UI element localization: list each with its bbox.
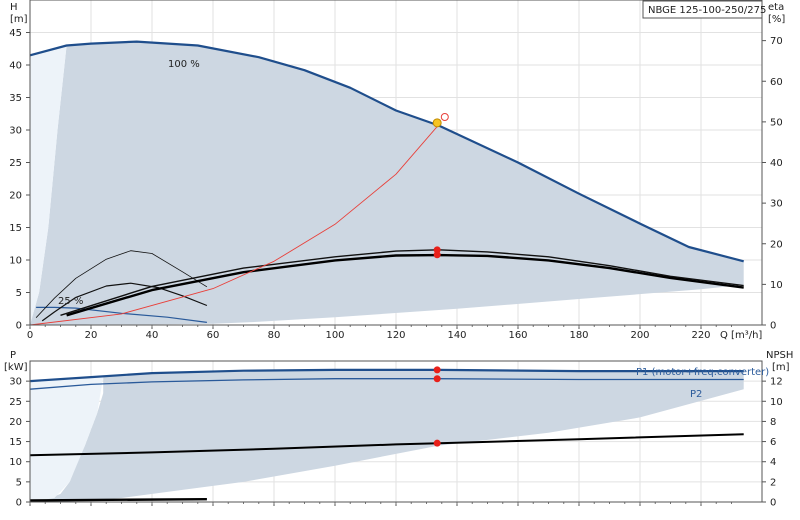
eta-tick-label: 0 <box>770 321 776 332</box>
eta-tick-label: 70 <box>770 36 783 47</box>
x-tick-label: 0 <box>27 330 33 341</box>
p-tick-label: 30 <box>9 377 22 388</box>
duty-point-ring <box>440 113 449 121</box>
y-tick-label: 25 <box>9 158 22 169</box>
operating-range-area <box>30 41 744 325</box>
operating-range-fill <box>30 41 744 325</box>
x-tick-label: 100 <box>325 330 344 341</box>
curve-label-100: 100 % <box>168 59 200 70</box>
npsh-tick-label: 6 <box>770 437 776 448</box>
head-axis-unit: [m] <box>10 14 28 25</box>
y-tick-label: 40 <box>9 61 22 72</box>
y-tick-label: 0 <box>16 321 22 332</box>
x-tick-label: 140 <box>447 330 466 341</box>
x-tick-label: 40 <box>146 330 159 341</box>
p2-label: P2 <box>690 389 702 400</box>
npsh-tick-label: 4 <box>770 457 776 468</box>
eta-tick-label: 30 <box>770 199 783 210</box>
power-point <box>433 375 441 383</box>
eta-axis-unit: [%] <box>768 14 785 25</box>
p-tick-label: 15 <box>9 437 22 448</box>
eta-tick-label: 50 <box>770 117 783 128</box>
power-axis-unit: [kW] <box>4 362 28 373</box>
y-tick-label: 30 <box>9 126 22 137</box>
npsh-axis-unit: [m] <box>772 362 790 373</box>
duty-point <box>432 118 442 128</box>
x-tick-label: 60 <box>207 330 220 341</box>
p-curve-25 <box>29 498 207 502</box>
pump-performance-chart: 0 20 40 60 80 100 120 140 160 180 200 2200510152025… <box>4 0 793 509</box>
y-tick-label: 5 <box>16 288 22 299</box>
head-axis-label: H <box>10 2 18 13</box>
npsh-tick-label: 2 <box>770 477 776 488</box>
y-tick-label: 20 <box>9 191 22 202</box>
power-point <box>433 439 441 447</box>
p-tick-label: 20 <box>9 417 22 428</box>
npsh-axis-label: NPSH <box>766 350 793 361</box>
eta-tick-label: 10 <box>770 280 783 291</box>
x-tick-label: 180 <box>569 330 588 341</box>
power-chart: 0 5 10 15 20 25 30 0 2 4 6 8 10 12 P [kW] NPSH [m] P1… <box>4 350 793 509</box>
eta-tick-label: 20 <box>770 239 783 250</box>
power-point <box>433 366 441 374</box>
head-chart: 0 20 40 60 80 100 120 140 160 180 200 2200510152025… <box>9 0 785 341</box>
x-tick-label: 80 <box>268 330 281 341</box>
npsh-tick-label: 12 <box>770 377 783 388</box>
x-tick-label: 20 <box>85 330 98 341</box>
y-tick-label: 35 <box>9 93 22 104</box>
p1-label: P1 (motor+freq.converter) <box>636 367 769 378</box>
npsh-tick-label: 0 <box>770 498 776 509</box>
x-tick-label: 220 <box>691 330 710 341</box>
npsh-tick-label: 10 <box>770 397 783 408</box>
x-tick-label: 160 <box>508 330 527 341</box>
npsh-tick-label: 8 <box>770 417 776 428</box>
y-tick-label: 15 <box>9 223 22 234</box>
y-tick-label: 10 <box>9 256 22 267</box>
y-tick-label: 45 <box>9 28 22 39</box>
eta-axis-label: eta <box>768 2 784 13</box>
eta-tick-label: 60 <box>770 77 783 88</box>
p-tick-label: 5 <box>16 477 22 488</box>
model-label: NBGE 125-100-250/275 <box>648 5 766 16</box>
x-axis-label: Q [m³/h] <box>720 330 762 341</box>
x-tick-label: 120 <box>386 330 405 341</box>
p-tick-label: 0 <box>16 498 22 509</box>
p-tick-label: 10 <box>9 457 22 468</box>
eta-tick-label: 40 <box>770 158 783 169</box>
power-axis-label: P <box>10 350 16 361</box>
p-tick-label: 25 <box>9 397 22 408</box>
efficiency-point <box>433 251 441 259</box>
model-box: NBGE 125-100-250/275 <box>642 0 766 19</box>
curve-label-25: 25 % <box>58 296 83 307</box>
x-tick-label: 200 <box>630 330 649 341</box>
